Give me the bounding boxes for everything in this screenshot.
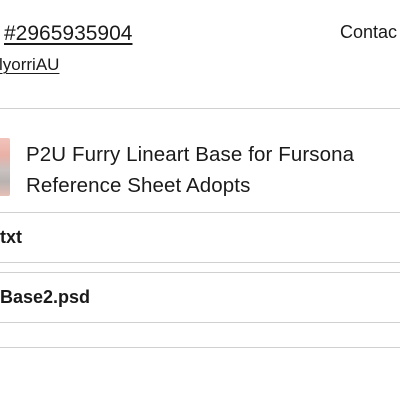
contact-seller-link[interactable]: Contac — [340, 22, 397, 43]
download-file-psd[interactable]: Base2.psd — [0, 287, 90, 308]
divider — [0, 347, 400, 348]
item-thumbnail[interactable] — [0, 138, 10, 196]
download-file-txt[interactable]: txt — [0, 227, 22, 248]
divider — [0, 108, 400, 109]
seller-name-link[interactable]: lyorriAU — [0, 55, 59, 75]
item-title[interactable]: P2U Furry Lineart Base for Fursona Refer… — [26, 139, 396, 201]
divider — [0, 272, 400, 273]
order-number-link[interactable]: #2965935904 — [4, 22, 132, 46]
order-details-page: #2965935904 Contac lyorriAU P2U Furry Li… — [0, 0, 400, 400]
divider — [0, 212, 400, 213]
divider — [0, 322, 400, 323]
divider — [0, 262, 400, 263]
